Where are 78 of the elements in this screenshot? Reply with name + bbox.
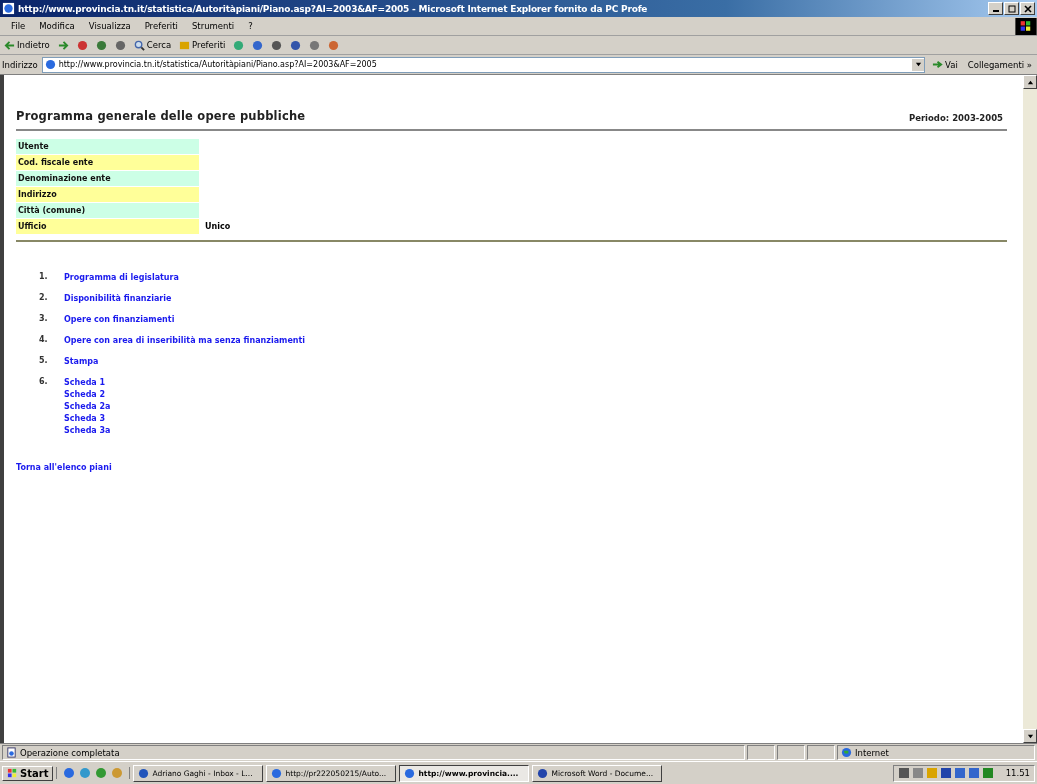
field-label: Cod. fiscale ente (16, 155, 199, 170)
tray-icon[interactable] (911, 767, 924, 779)
menu-item[interactable]: Preferiti (137, 21, 185, 31)
page-icon (6, 747, 17, 758)
toolbar-button[interactable]: Indietro (2, 39, 52, 51)
item-number: 2. (39, 293, 49, 304)
globe-icon (841, 747, 852, 758)
item-number: 5. (39, 356, 49, 367)
menu-link[interactable]: Scheda 3a (64, 425, 111, 437)
item-number: 3. (39, 314, 49, 325)
tray-icon[interactable] (967, 767, 980, 779)
browser-icon (2, 2, 15, 15)
page-heading: Programma generale delle opere pubbliche (16, 109, 306, 123)
scrollbar[interactable] (1023, 75, 1037, 743)
menu-item[interactable]: File (4, 21, 33, 31)
field-label: Ufficio (16, 219, 199, 234)
tray-icon[interactable] (981, 767, 994, 779)
item-number: 4. (39, 335, 49, 346)
search-icon (133, 39, 145, 51)
menu-link[interactable]: Scheda 2a (64, 401, 111, 413)
menu-item[interactable]: ? (241, 21, 260, 31)
menu-item[interactable]: Strumenti (184, 21, 242, 31)
tray-icon[interactable] (939, 767, 952, 779)
quick-launch-icon[interactable] (63, 767, 76, 779)
menu-link[interactable]: Scheda 2 (64, 389, 111, 401)
folder-icon (179, 39, 191, 51)
menu-link[interactable]: Disponibilità finanziarie (64, 293, 172, 305)
back-link[interactable]: Torna all'elenco piani (16, 462, 112, 474)
field-value: Unico (205, 222, 231, 231)
field-label: Città (comune) (16, 203, 199, 218)
maximize-icon (1007, 4, 1016, 13)
app-icon (404, 767, 416, 779)
period-label: Periodo: 2003-2005 (908, 113, 1003, 123)
field-label: Utente (16, 139, 199, 154)
item-number: 6. (39, 377, 49, 388)
dropdown-arrow-icon[interactable] (914, 61, 922, 68)
windows-logo-icon (7, 767, 18, 779)
app-icon (537, 767, 549, 779)
links-button[interactable]: Collegamenti » (964, 59, 1035, 70)
clock: 11.51 (1005, 768, 1030, 778)
quick-launch-icon[interactable] (95, 767, 108, 779)
tray-icon[interactable] (953, 767, 966, 779)
field-label: Indirizzo (16, 187, 199, 202)
minimize-icon (992, 10, 999, 12)
address-label: Indirizzo (2, 59, 38, 70)
close-button[interactable] (1020, 2, 1035, 15)
close-icon (1023, 4, 1032, 13)
go-button[interactable]: Vai (929, 59, 961, 70)
item-number: 1. (39, 272, 49, 283)
maximize-button[interactable] (1004, 2, 1019, 15)
status-text: Operazione completata (20, 747, 120, 758)
tray-icon[interactable] (897, 767, 910, 779)
zone-text: Internet (855, 747, 889, 758)
minimize-button[interactable] (988, 2, 1003, 15)
scroll-up-icon[interactable] (1026, 78, 1034, 86)
menu-link[interactable]: Opere con finanziamenti (64, 314, 175, 326)
menu-link[interactable]: Stampa (64, 356, 99, 368)
scroll-down-icon[interactable] (1026, 732, 1034, 740)
windows-logo-icon (1015, 17, 1037, 35)
page-icon (44, 59, 56, 70)
menu-link[interactable]: Programma di legislatura (64, 272, 179, 284)
menu-item[interactable]: Visualizza (81, 21, 138, 31)
quick-launch-icon[interactable] (79, 767, 92, 779)
window-title: http://www.provincia.tn.it/statistica/Autoritàpiani/Piano.asp?AI=2003&AF=2005 - Microsoft Internet Explorer fornito da PC Profe (18, 3, 649, 14)
go-arrow-icon (932, 59, 944, 70)
start-button[interactable]: Start (2, 765, 54, 781)
menu-link[interactable]: Scheda 3 (64, 413, 111, 425)
forward-arrow-icon (57, 39, 69, 51)
menu-item[interactable]: Modifica (32, 21, 82, 31)
address-field[interactable]: http://www.provincia.tn.it/statistica/Autoritàpiani/Piano.asp?AI=2003&AF=2005 (41, 56, 926, 73)
back-arrow-icon (4, 39, 15, 51)
app-icon (138, 767, 150, 779)
menu-link[interactable]: Scheda 1 (64, 377, 111, 389)
field-label: Denominazione ente (16, 171, 199, 186)
app-icon (271, 767, 283, 779)
toolbar-button[interactable]: Cerca (131, 39, 174, 51)
toolbar-button[interactable]: Preferiti (177, 39, 228, 51)
menu-link[interactable]: Opere con area di inseribilità ma senza finanziamenti (64, 335, 306, 347)
